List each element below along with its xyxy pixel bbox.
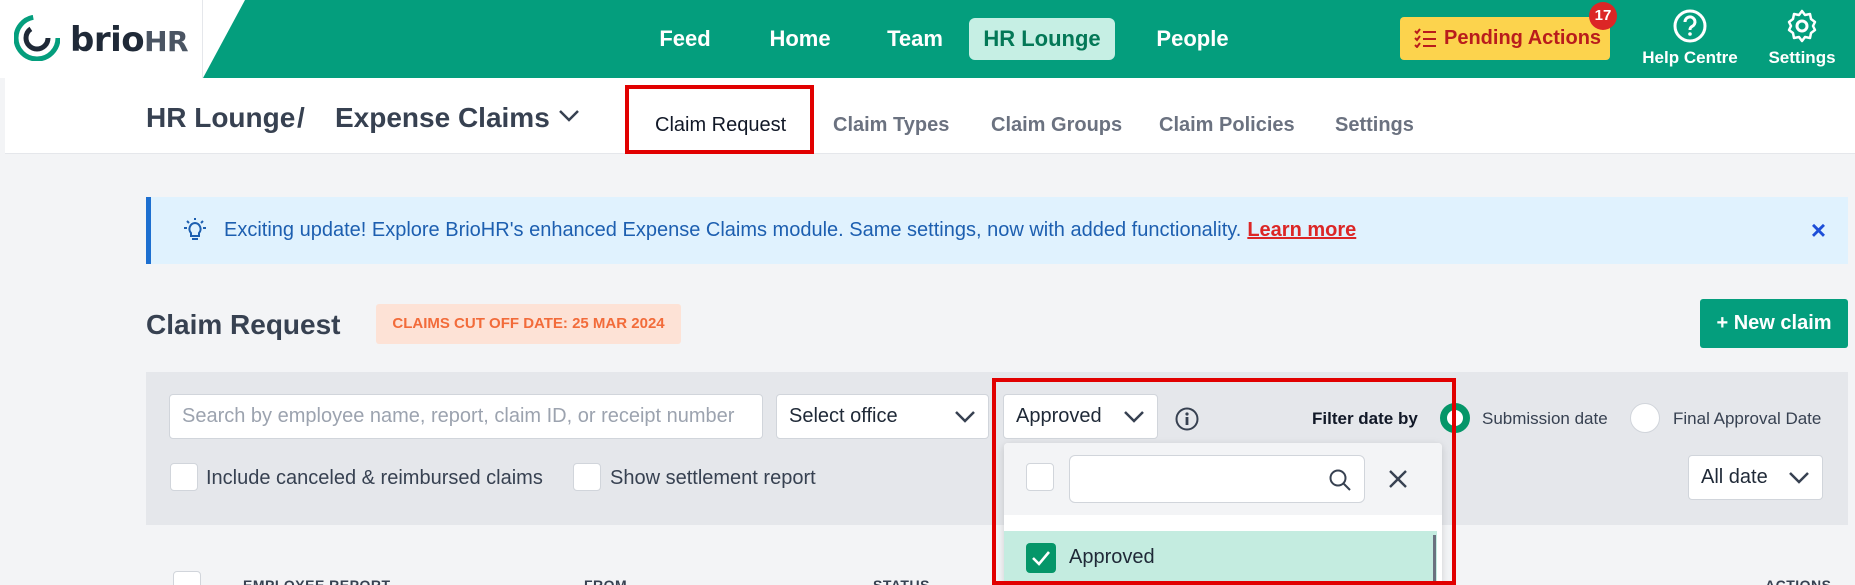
- tab-settings[interactable]: Settings: [1335, 114, 1414, 137]
- page-title: Claim Request: [146, 309, 341, 340]
- logo-divider: [202, 0, 203, 78]
- date-range-select[interactable]: All date: [1688, 455, 1823, 500]
- pending-count-badge: 17: [1589, 2, 1617, 30]
- show-settlement-label: Show settlement report: [610, 467, 816, 489]
- table-header-employee-report[interactable]: EMPLOYEE REPORT: [243, 577, 391, 585]
- include-canceled-checkbox[interactable]: [170, 463, 198, 491]
- chevron-down-icon: [955, 411, 975, 423]
- brand-logo-text[interactable]: brioHR: [70, 20, 189, 60]
- highlight-box-status-filter: [992, 378, 1456, 585]
- submission-date-label: Submission date: [1482, 409, 1608, 428]
- help-centre-button[interactable]: Help Centre: [1640, 8, 1740, 68]
- cutoff-date-badge: CLAIMS CUT OFF DATE: 25 MAR 2024: [376, 304, 681, 344]
- pending-actions-label: Pending Actions: [1444, 27, 1602, 49]
- settings-button[interactable]: Settings: [1762, 8, 1842, 68]
- search-placeholder: Search by employee name, report, claim I…: [182, 405, 735, 427]
- settings-label: Settings: [1768, 48, 1836, 67]
- search-input[interactable]: Search by employee name, report, claim I…: [169, 394, 763, 439]
- banner-close-icon[interactable]: ×: [1811, 215, 1826, 246]
- chevron-down-icon: [1789, 472, 1809, 484]
- final-approval-date-radio[interactable]: [1630, 403, 1660, 433]
- banner-message: Exciting update! Explore BrioHR's enhanc…: [224, 219, 1356, 242]
- gear-icon: [1787, 9, 1817, 43]
- select-all-checkbox[interactable]: [173, 571, 201, 585]
- breadcrumb-separator: /: [297, 102, 305, 133]
- office-select-label: Select office: [789, 405, 898, 427]
- brand-name: brio: [70, 20, 145, 60]
- office-select[interactable]: Select office: [776, 394, 989, 439]
- help-centre-label: Help Centre: [1642, 48, 1738, 67]
- nav-hr-lounge[interactable]: HR Lounge: [969, 18, 1115, 60]
- tab-claim-types[interactable]: Claim Types: [833, 114, 949, 137]
- nav-people[interactable]: People: [1135, 18, 1250, 60]
- show-settlement-checkbox[interactable]: [573, 463, 601, 491]
- question-icon: [1673, 9, 1707, 43]
- brio-logo-icon[interactable]: [14, 15, 60, 61]
- table-header-actions: ACTIONS: [1765, 577, 1832, 585]
- info-banner: Exciting update! Explore BrioHR's enhanc…: [146, 197, 1848, 264]
- pending-actions-button[interactable]: Pending Actions: [1400, 17, 1610, 60]
- learn-more-link[interactable]: Learn more: [1247, 219, 1356, 241]
- table-header-status[interactable]: STATUS: [873, 577, 930, 585]
- table-header-from[interactable]: FROM: [584, 577, 627, 585]
- breadcrumb-parent[interactable]: HR Lounge: [146, 102, 295, 134]
- tab-claim-groups[interactable]: Claim Groups: [991, 114, 1122, 137]
- nav-team[interactable]: Team: [860, 18, 970, 60]
- checklist-icon: [1414, 28, 1436, 48]
- highlight-box-claim-request: [625, 85, 814, 154]
- nav-feed[interactable]: Feed: [630, 18, 740, 60]
- new-claim-button[interactable]: + New claim: [1700, 299, 1848, 348]
- tab-claim-policies[interactable]: Claim Policies: [1159, 114, 1295, 137]
- banner-text: Exciting update! Explore BrioHR's enhanc…: [224, 219, 1242, 241]
- breadcrumb-current[interactable]: Expense Claims: [335, 102, 550, 134]
- chevron-down-icon[interactable]: [557, 108, 581, 124]
- nav-home[interactable]: Home: [745, 18, 855, 60]
- lightbulb-icon: [184, 218, 206, 240]
- brand-suffix: HR: [144, 25, 189, 58]
- date-range-value: All date: [1701, 466, 1768, 488]
- final-approval-date-label: Final Approval Date: [1673, 409, 1822, 428]
- include-canceled-label: Include canceled & reimbursed claims: [206, 467, 543, 489]
